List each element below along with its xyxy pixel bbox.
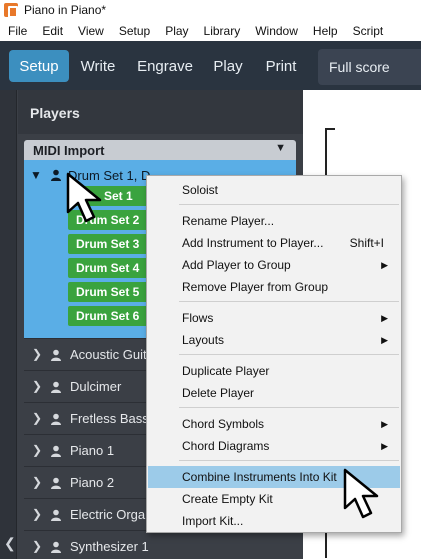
menu-item-label: Chord Diagrams — [182, 439, 270, 453]
left-panel-strip — [0, 90, 17, 559]
menu-separator — [179, 407, 399, 408]
player-group-label: MIDI Import — [33, 143, 105, 158]
menu-separator — [179, 460, 399, 461]
submenu-arrow-icon: ▶ — [381, 440, 388, 451]
menu-view[interactable]: View — [70, 24, 111, 38]
menu-item-label: Rename Player... — [182, 214, 275, 228]
kit-instrument-item[interactable]: Drum Set 3 — [68, 234, 150, 254]
app-icon — [4, 3, 18, 18]
player-name: Fretless Bass — [70, 411, 149, 426]
chevron-right-icon[interactable]: ❯ — [32, 347, 42, 361]
tab-print[interactable]: Print — [256, 50, 306, 82]
menu-item-label: Add Player to Group — [182, 258, 291, 272]
menu-item-add-instrument[interactable]: Add Instrument to Player... Shift+I — [148, 232, 400, 254]
player-person-icon — [51, 413, 61, 425]
menu-window[interactable]: Window — [247, 24, 305, 38]
menu-separator — [179, 301, 399, 302]
mouse-pointer-icon — [66, 172, 102, 223]
chevron-expanded-icon[interactable]: ▼ — [30, 168, 42, 182]
player-row[interactable]: ❯ Synthesizer 1 — [24, 530, 296, 559]
menu-item-delete-player[interactable]: Delete Player — [148, 382, 400, 404]
submenu-arrow-icon: ▶ — [381, 259, 388, 270]
menu-play[interactable]: Play — [157, 24, 195, 38]
menu-item-shortcut: Shift+I — [349, 236, 384, 250]
menu-separator — [179, 204, 399, 205]
player-person-icon — [51, 349, 61, 361]
players-panel-header: Players — [18, 90, 303, 134]
player-name: Piano 1 — [70, 443, 115, 458]
menu-item-label: Flows — [182, 311, 214, 325]
menu-item-rename-player[interactable]: Rename Player... — [148, 210, 400, 232]
menu-item-label: Import Kit... — [182, 514, 244, 528]
player-name: Acoustic Guit — [70, 347, 147, 362]
menu-setup[interactable]: Setup — [111, 24, 157, 38]
player-person-icon — [51, 509, 61, 521]
player-person-icon — [51, 169, 61, 181]
menu-item-chord-symbols[interactable]: Chord Symbols ▶ — [148, 413, 400, 435]
collapse-left-panel-icon[interactable]: ❮ — [4, 535, 16, 552]
chevron-down-icon[interactable]: ▼ — [275, 142, 286, 154]
chevron-right-icon[interactable]: ❯ — [32, 379, 42, 393]
menu-item-label: Soloist — [182, 183, 219, 197]
player-person-icon — [51, 445, 61, 457]
menu-item-label: Chord Symbols — [182, 417, 265, 431]
player-name: Dulcimer — [70, 379, 122, 394]
menu-library[interactable]: Library — [196, 24, 248, 38]
menu-help[interactable]: Help — [305, 24, 345, 38]
player-name: Piano 2 — [70, 475, 115, 490]
menu-separator — [179, 354, 399, 355]
kit-instrument-item[interactable]: Drum Set 5 — [68, 282, 150, 302]
menu-item-chord-diagrams[interactable]: Chord Diagrams ▶ — [148, 435, 400, 457]
players-panel-title: Players — [30, 105, 80, 121]
tab-engrave[interactable]: Engrave — [130, 50, 200, 82]
player-name: Electric Organ — [70, 507, 153, 522]
menu-bar: File Edit View Setup Play Library Window… — [0, 20, 421, 41]
tab-write[interactable]: Write — [72, 50, 124, 82]
window-title: Piano in Piano* — [24, 3, 107, 17]
menu-item-label: Remove Player from Group — [182, 280, 329, 294]
tab-setup[interactable]: Setup — [9, 50, 69, 82]
menu-item-flows[interactable]: Flows ▶ — [148, 307, 400, 329]
menu-item-label: Add Instrument to Player... — [182, 236, 324, 250]
menu-item-label: Layouts — [182, 333, 225, 347]
menu-item-label: Create Empty Kit — [182, 492, 273, 506]
menu-item-remove-player-from-group[interactable]: Remove Player from Group — [148, 276, 400, 298]
menu-item-duplicate-player[interactable]: Duplicate Player — [148, 360, 400, 382]
menu-item-layouts[interactable]: Layouts ▶ — [148, 329, 400, 351]
mouse-pointer-icon — [343, 468, 379, 519]
chevron-right-icon[interactable]: ❯ — [32, 411, 42, 425]
menu-script[interactable]: Script — [345, 24, 391, 38]
menu-item-label: Combine Instruments Into Kit — [182, 470, 337, 484]
player-name: Synthesizer 1 — [70, 539, 149, 554]
chevron-right-icon[interactable]: ❯ — [32, 507, 42, 521]
player-person-icon — [51, 477, 61, 489]
menu-file[interactable]: File — [0, 24, 34, 38]
player-person-icon — [51, 541, 61, 553]
submenu-arrow-icon: ▶ — [381, 418, 388, 429]
chevron-right-icon[interactable]: ❯ — [32, 443, 42, 457]
menu-edit[interactable]: Edit — [34, 24, 70, 38]
player-person-icon — [51, 381, 61, 393]
kit-instrument-item[interactable]: Drum Set 6 — [68, 306, 150, 326]
menu-item-label: Duplicate Player — [182, 364, 270, 378]
chevron-right-icon[interactable]: ❯ — [32, 539, 42, 553]
staff-system-tick — [325, 128, 335, 130]
title-bar: Piano in Piano* — [0, 0, 421, 20]
chevron-right-icon[interactable]: ❯ — [32, 475, 42, 489]
kit-instrument-item[interactable]: Drum Set 4 — [68, 258, 150, 278]
menu-item-soloist[interactable]: Soloist — [148, 179, 400, 201]
player-group-header[interactable]: MIDI Import ▼ — [24, 140, 296, 160]
submenu-arrow-icon: ▶ — [381, 334, 388, 345]
tab-play[interactable]: Play — [204, 50, 252, 82]
menu-item-add-player-to-group[interactable]: Add Player to Group ▶ — [148, 254, 400, 276]
submenu-arrow-icon: ▶ — [381, 312, 388, 323]
layout-selector[interactable]: Full score — [318, 49, 421, 85]
menu-item-label: Delete Player — [182, 386, 255, 400]
